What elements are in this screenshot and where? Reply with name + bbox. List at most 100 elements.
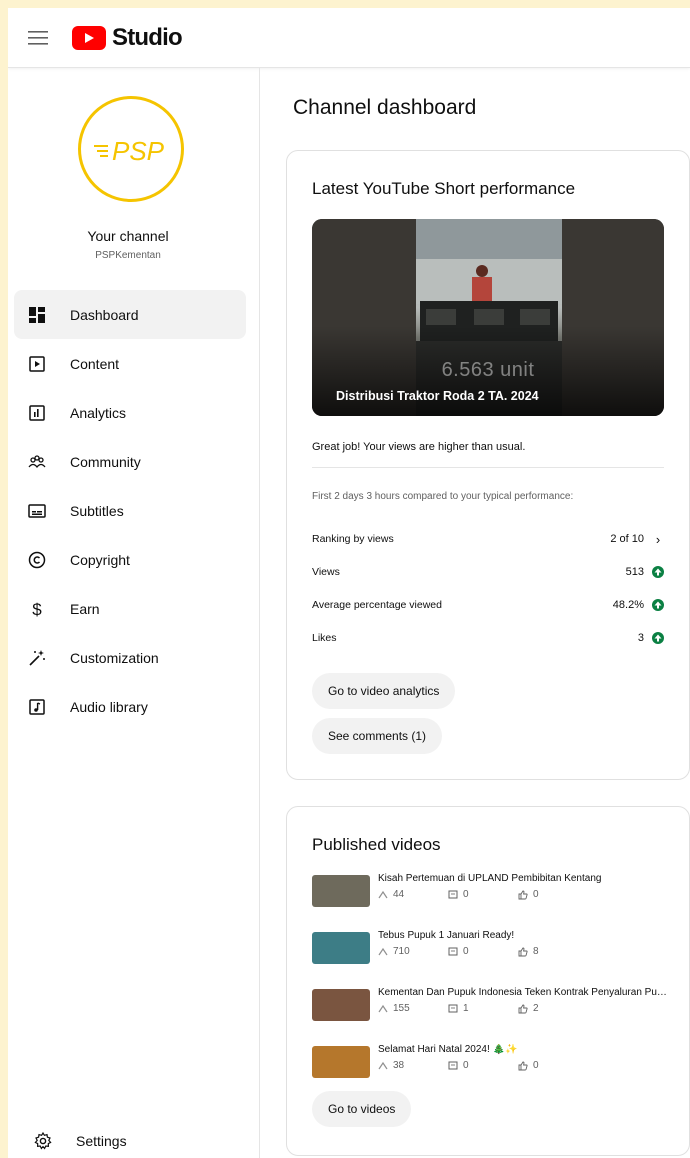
arrow-up-icon — [652, 599, 664, 611]
arrow-up-icon — [652, 566, 664, 578]
studio-logo[interactable]: Studio — [72, 23, 183, 52]
view-count: 155 — [393, 1003, 410, 1014]
like-count: 2 — [533, 1003, 539, 1014]
like-count: 0 — [533, 1060, 539, 1071]
analytics-icon — [29, 404, 45, 421]
video-thumbnail — [312, 932, 370, 964]
views-icon — [378, 947, 388, 955]
video-title: Selamat Hari Natal 2024! 🎄✨ — [378, 1044, 518, 1055]
like-icon — [518, 890, 528, 899]
studio-window: Studio PSP Your channel PSPKementan Dash… — [8, 8, 690, 1158]
divider — [312, 467, 664, 468]
stat-row-views: Views 513 — [312, 562, 664, 582]
sidebar-item-label: Audio library — [70, 698, 148, 715]
card-title: Latest YouTube Short performance — [312, 179, 576, 198]
video-title: Kisah Pertemuan di UPLAND Pembibitan Ken… — [378, 873, 602, 884]
video-list-item[interactable]: Selamat Hari Natal 2024! 🎄✨ 38 0 0 — [312, 1044, 672, 1084]
view-count: 44 — [393, 889, 405, 900]
sidebar-nav: Dashboard Content Analytics Community Su… — [8, 290, 260, 731]
sidebar-item-label: Content — [70, 355, 120, 372]
sidebar-item-label: Analytics — [70, 404, 127, 421]
comment-icon — [448, 890, 458, 898]
content-icon — [29, 355, 45, 372]
menu-button[interactable] — [8, 8, 68, 68]
stat-label: Likes — [312, 632, 337, 644]
go-to-videos-button[interactable]: Go to videos — [312, 1091, 412, 1127]
sidebar-item-subtitles[interactable]: Subtitles — [14, 486, 246, 535]
sidebar-item-label: Dashboard — [70, 306, 139, 323]
sidebar-item-earn[interactable]: $ Earn — [14, 584, 246, 633]
video-list-item[interactable]: Kementan Dan Pupuk Indonesia Teken Kontr… — [312, 987, 672, 1027]
published-videos-card: Published videos Kisah Pertemuan di UPLA… — [286, 806, 690, 1156]
page-title: Channel dashboard — [293, 96, 477, 119]
like-icon — [518, 1061, 528, 1070]
thumbnail-overlay-text: 6.563 unit — [441, 359, 535, 381]
chevron-right-icon: › — [655, 531, 661, 547]
earn-icon: $ — [32, 600, 42, 619]
views-icon — [378, 1061, 388, 1069]
video-title: Kementan Dan Pupuk Indonesia Teken Kontr… — [378, 987, 672, 998]
avatar-text: PSP — [112, 136, 165, 166]
comment-count: 0 — [463, 946, 469, 957]
gear-icon — [34, 1131, 52, 1149]
sidebar-item-settings[interactable]: Settings — [20, 1116, 252, 1158]
top-bar: Studio — [8, 8, 690, 68]
like-count: 0 — [533, 889, 539, 900]
channel-handle: PSPKementan — [95, 250, 161, 261]
short-title: Distribusi Traktor Roda 2 TA. 2024 — [336, 389, 539, 403]
comment-count: 0 — [463, 889, 469, 900]
views-icon — [378, 1004, 388, 1012]
logo-text: Studio — [112, 23, 183, 51]
sidebar-item-community[interactable]: Community — [14, 437, 246, 486]
short-thumbnail[interactable]: 6.563 unit Distribusi Traktor Roda 2 TA.… — [312, 219, 664, 416]
customization-icon — [29, 649, 45, 666]
sidebar-item-label: Customization — [70, 649, 159, 666]
sidebar-item-label: Copyright — [70, 551, 130, 568]
video-list-item[interactable]: Kisah Pertemuan di UPLAND Pembibitan Ken… — [312, 873, 672, 913]
performance-message: Great job! Your views are higher than us… — [312, 441, 526, 453]
comparison-note: First 2 days 3 hours compared to your ty… — [312, 491, 574, 502]
view-count: 38 — [393, 1060, 405, 1071]
video-list-item[interactable]: Tebus Pupuk 1 Januari Ready! 710 0 8 — [312, 930, 672, 970]
comment-icon — [448, 947, 458, 955]
dashboard-icon — [29, 306, 45, 323]
sidebar-item-analytics[interactable]: Analytics — [14, 388, 246, 437]
comment-count: 1 — [463, 1003, 469, 1014]
latest-short-card: Latest YouTube Short performance 6.563 u… — [286, 150, 690, 780]
sidebar-item-label: Subtitles — [70, 502, 124, 519]
comment-icon — [448, 1004, 458, 1012]
views-icon — [378, 890, 388, 898]
main-content: Channel dashboard Latest YouTube Short p… — [260, 68, 690, 1158]
video-thumbnail — [312, 989, 370, 1021]
go-to-video-analytics-button[interactable]: Go to video analytics — [312, 673, 456, 709]
video-thumbnail — [312, 1046, 370, 1078]
channel-avatar[interactable]: PSP — [78, 96, 184, 202]
channel-logo-icon: PSP — [94, 136, 165, 166]
community-icon — [28, 454, 46, 468]
sidebar-item-content[interactable]: Content — [14, 339, 246, 388]
stat-label: Ranking by views — [312, 533, 394, 545]
arrow-up-icon — [652, 632, 664, 644]
like-count: 8 — [533, 946, 539, 957]
audio-library-icon — [29, 698, 45, 715]
sidebar-item-customization[interactable]: Customization — [14, 633, 246, 682]
sidebar-item-copyright[interactable]: Copyright — [14, 535, 246, 584]
stat-row-ranking[interactable]: Ranking by views 2 of 10 › — [312, 529, 664, 549]
comment-icon — [448, 1061, 458, 1069]
stat-value: 48.2% — [612, 599, 644, 611]
see-comments-button[interactable]: See comments (1) — [312, 718, 443, 754]
sidebar-item-label: Settings — [76, 1132, 127, 1149]
sidebar-item-dashboard[interactable]: Dashboard — [14, 290, 246, 339]
sidebar-item-label: Earn — [70, 600, 100, 617]
view-count: 710 — [393, 946, 410, 957]
sidebar-item-label: Community — [70, 453, 141, 470]
stat-row-avg-viewed: Average percentage viewed 48.2% — [312, 595, 664, 615]
channel-title[interactable]: Your channel — [8, 228, 248, 244]
stat-row-likes: Likes 3 — [312, 628, 664, 648]
like-icon — [518, 947, 528, 956]
stat-label: Views — [312, 566, 340, 578]
stat-value: 2 of 10 — [610, 533, 644, 545]
card-title: Published videos — [312, 835, 441, 854]
sidebar-item-audio-library[interactable]: Audio library — [14, 682, 246, 731]
stat-label: Average percentage viewed — [312, 599, 442, 611]
